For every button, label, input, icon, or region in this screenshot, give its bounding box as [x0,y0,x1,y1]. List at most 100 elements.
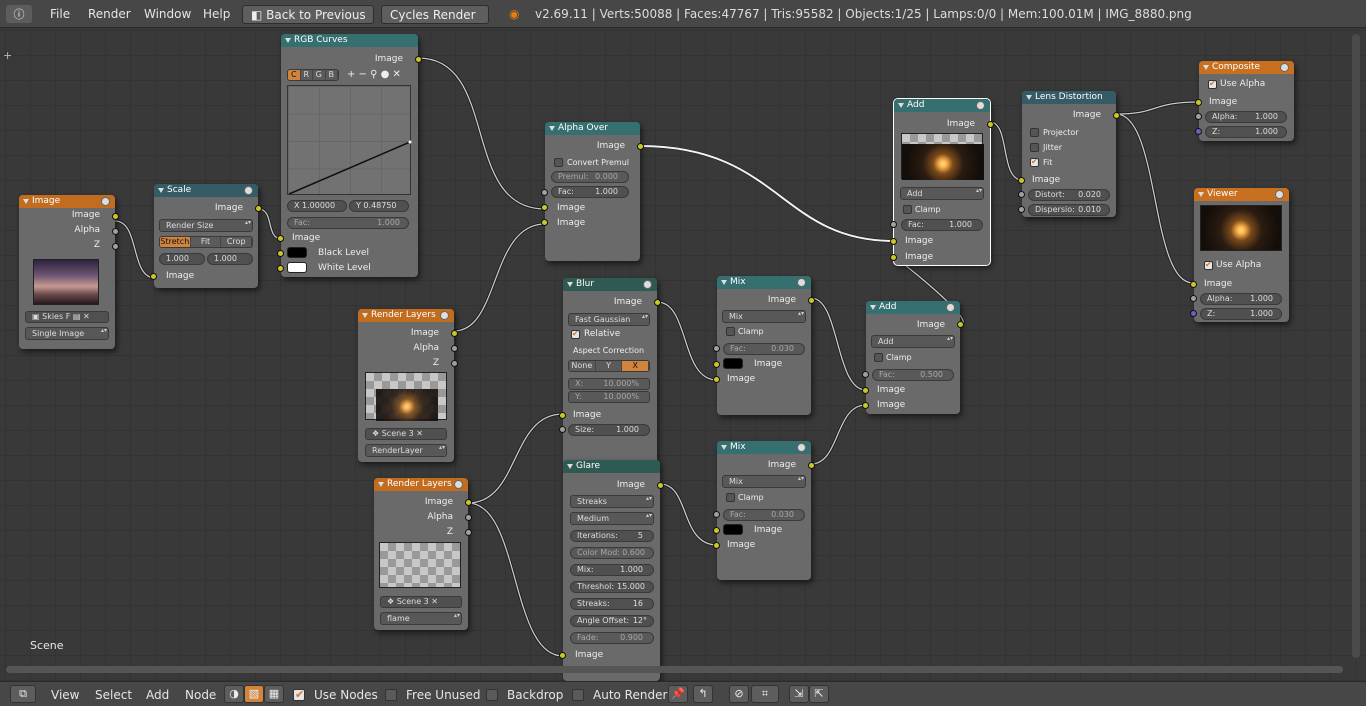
output-socket[interactable] [112,213,119,220]
clamp-checkbox[interactable] [874,353,883,362]
color-modulation-field[interactable]: Color Mod: 0.600 [570,547,654,559]
relative-checkbox[interactable] [571,329,580,339]
z-field[interactable]: Z: 1.000 [1200,308,1282,320]
blur-filter-dropdown[interactable]: Fast Gaussian [568,313,650,326]
fit-option[interactable]: Fit [190,237,222,247]
node-blur[interactable]: Blur Image Fast Gaussian Relative Aspect… [559,278,661,466]
curve-graph[interactable] [287,85,412,195]
preview-toggle-icon[interactable] [946,303,955,312]
output-socket[interactable] [637,143,644,150]
glare-quality-dropdown[interactable]: Medium [570,512,654,525]
close-icon[interactable]: ✕ [416,429,423,438]
preview-toggle-icon[interactable] [1275,190,1284,199]
crop-option[interactable]: Crop [221,237,252,247]
output-socket[interactable] [465,514,472,521]
output-socket[interactable] [808,462,815,469]
node-add-2[interactable]: Add Image Add Clamp Fac:0.500 Image Imag… [862,301,964,414]
node-add-1[interactable]: Add Image Add Clamp Fac:1.000 Image Imag… [890,98,994,266]
clamp-checkbox[interactable] [726,327,735,336]
horizontal-scrollbar[interactable] [6,666,1343,673]
input-socket[interactable] [559,412,566,419]
scale-fit-segmented[interactable]: Stretch Fit Crop [159,236,253,248]
menu-render[interactable]: Render [88,7,131,21]
z-field[interactable]: Z: 1.000 [1205,126,1287,138]
input-socket[interactable] [559,426,566,433]
blend-mode-dropdown[interactable]: Add [871,335,955,348]
copy-nodes-icon[interactable]: ⇲ [789,685,809,703]
fac-field[interactable]: Fac: 0.500 [872,369,954,381]
clamp-checkbox[interactable] [726,493,735,502]
input-socket[interactable] [150,273,157,280]
node-scale[interactable]: Scale Image Render Size StretchFitCrop 1… [150,184,262,288]
menu-file[interactable]: File [50,7,70,21]
output-socket[interactable] [451,330,458,337]
input-socket[interactable] [541,204,548,211]
scale-x-field[interactable]: 1.000 [159,253,205,265]
curve-tools-icons[interactable]: + − ⚲ ● ✕ [347,69,401,80]
fac-field[interactable]: Fac: 1.000 [901,219,983,231]
preview-toggle-icon[interactable] [797,278,806,287]
input-socket[interactable] [1018,177,1025,184]
node-render-layers-2[interactable]: Render Layers Image Alpha Z ❖ Scene 3 ✕ … [374,478,472,630]
preview-toggle-icon[interactable] [976,101,985,110]
output-socket[interactable] [957,321,964,328]
mix-field[interactable]: Mix: 1.000 [570,564,654,576]
info-editor-type-icon[interactable]: ⓘ [6,5,32,23]
input-socket[interactable] [1195,128,1202,135]
menu-select[interactable]: Select [95,688,132,702]
fac-field[interactable]: Fac: 1.000 [287,217,409,229]
aspect-x[interactable]: X [622,361,649,371]
node-mix-1[interactable]: Mix Image Mix Clamp Fac:0.030 Image Imag… [713,276,815,415]
glare-type-dropdown[interactable]: Streaks [570,495,654,508]
preview-toggle-icon[interactable] [244,186,253,195]
input-socket[interactable] [1195,113,1202,120]
blend-mode-dropdown[interactable]: Add [900,187,984,200]
node-header[interactable]: Mix [717,441,811,454]
vertical-scrollbar[interactable] [1352,34,1360,658]
input-socket[interactable] [713,376,720,383]
node-glare[interactable]: Glare Image Streaks Medium Iterations:5 … [559,460,664,681]
black-level-swatch[interactable] [287,247,307,258]
paste-nodes-icon[interactable]: ⇱ [809,685,829,703]
preview-toggle-icon[interactable] [454,480,463,489]
input-socket[interactable] [1190,295,1197,302]
stretch-option[interactable]: Stretch [160,237,191,247]
fac-field[interactable]: Fac: 0.030 [723,343,805,355]
scene-selector[interactable]: ❖ Scene 3 ✕ [365,428,447,440]
input-socket[interactable] [1190,310,1197,317]
preview-toggle-icon[interactable] [440,311,449,320]
input-socket[interactable] [713,527,720,534]
input-socket[interactable] [1190,281,1197,288]
fade-field[interactable]: Fade: 0.900 [570,632,654,644]
node-header[interactable]: RGB Curves [281,34,418,47]
texture-nodes-icon[interactable]: ▦ [264,685,284,703]
output-socket[interactable] [465,529,472,536]
iterations-field[interactable]: Iterations: 5 [570,530,654,542]
node-composite[interactable]: Composite Use Alpha Image Alpha:1.000 Z:… [1195,61,1294,141]
menu-add[interactable]: Add [146,688,169,702]
clamp-checkbox[interactable] [903,205,912,214]
input-socket[interactable] [541,189,548,196]
menu-view[interactable]: View [51,688,79,702]
input-socket[interactable] [277,235,284,242]
projector-checkbox[interactable] [1030,128,1039,137]
white-level-swatch[interactable] [287,262,307,273]
curve-y-field[interactable]: Y 0.48750 [349,200,409,212]
threshold-field[interactable]: Threshol: 15.000 [570,581,654,593]
blend-mode-dropdown[interactable]: Mix [722,475,806,488]
output-socket[interactable] [654,299,661,306]
shader-nodes-icon[interactable]: ◑ [224,685,244,703]
node-header[interactable]: Viewer [1194,188,1289,201]
scale-y-field[interactable]: 1.000 [207,253,253,265]
blur-x-field[interactable]: X: 10.000% [568,378,650,390]
render-layer-dropdown[interactable]: RenderLayer [365,444,447,457]
node-mix-2[interactable]: Mix Image Mix Clamp Fac:0.030 Image Imag… [713,441,815,580]
snap-element-icon[interactable]: ⌗ [751,685,779,703]
alpha-field[interactable]: Alpha: 1.000 [1200,293,1282,305]
output-socket[interactable] [657,482,664,489]
output-socket[interactable] [451,345,458,352]
node-header[interactable]: Lens Distortion [1022,91,1116,104]
distort-field[interactable]: Distort: 0.020 [1028,189,1110,201]
streaks-field[interactable]: Streaks: 16 [570,598,654,610]
aspect-y[interactable]: Y [595,361,623,371]
